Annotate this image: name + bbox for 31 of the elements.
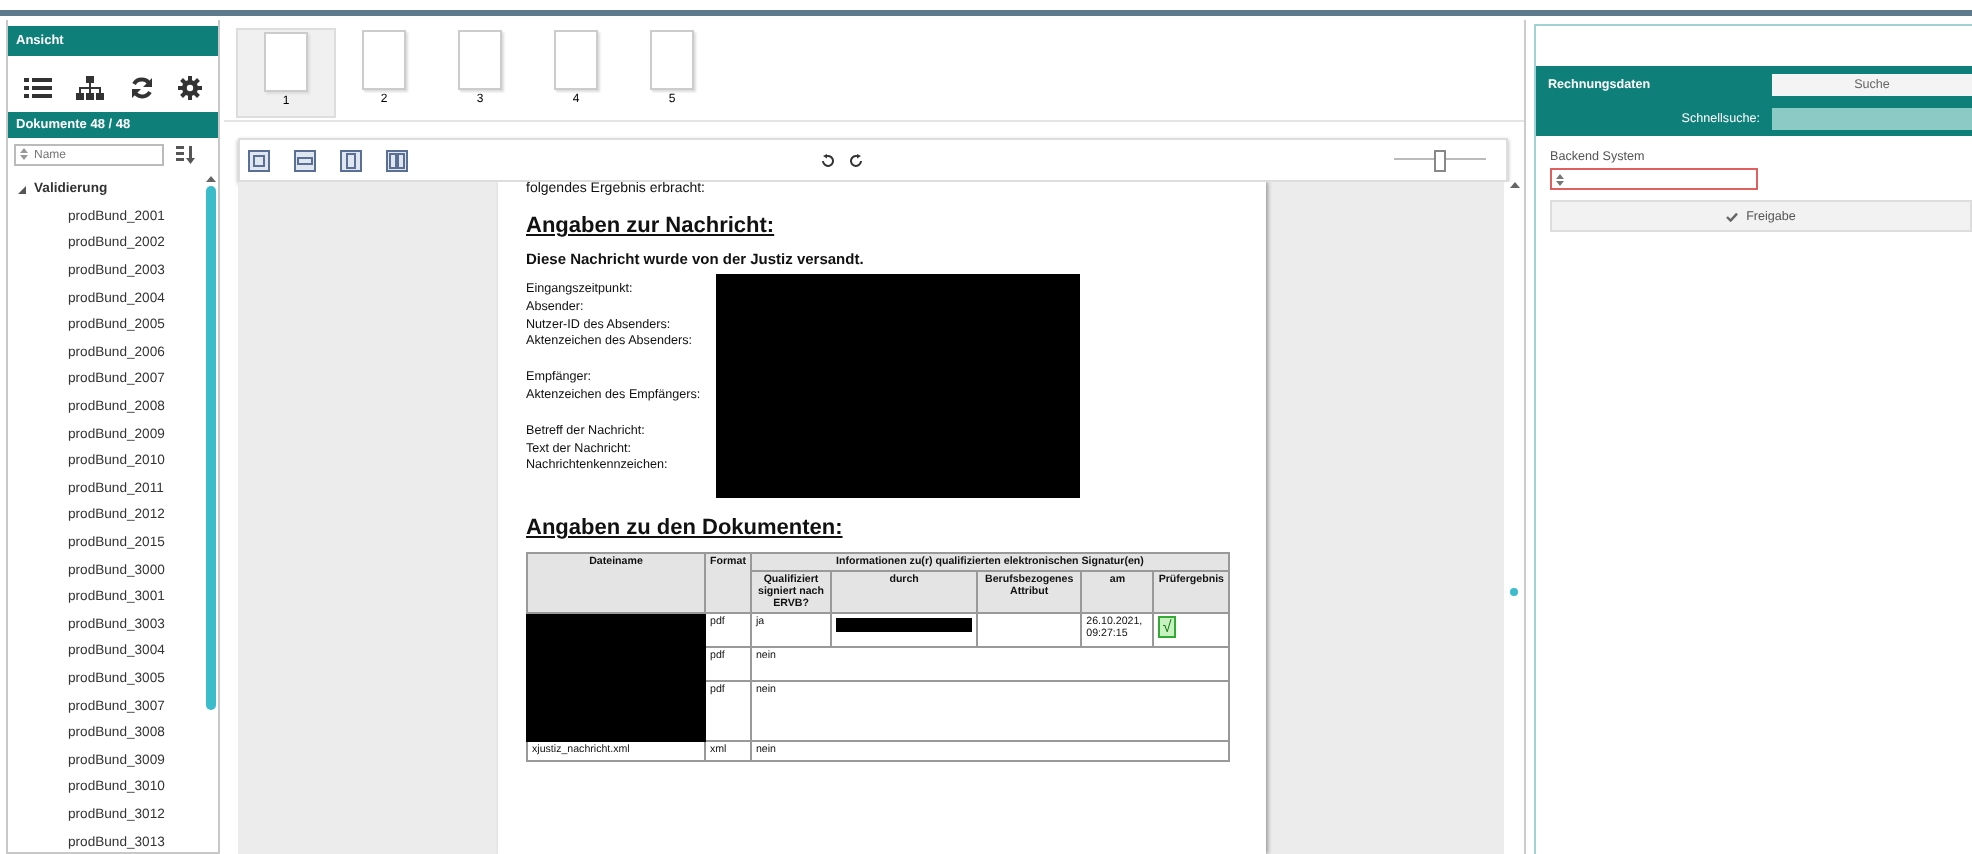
single-page-icon[interactable] [340, 149, 362, 171]
splitter-handle[interactable] [1510, 588, 1518, 596]
two-page-icon[interactable] [386, 149, 408, 171]
page-preview [264, 32, 308, 92]
page-preview [554, 30, 598, 90]
sort-order-icon[interactable] [176, 146, 196, 164]
hierarchy-icon[interactable] [76, 76, 105, 100]
rotate-right-icon[interactable] [850, 153, 864, 167]
fit-width-icon[interactable] [294, 149, 316, 171]
scroll-up-icon[interactable] [1509, 182, 1519, 188]
section-heading: Angaben zur Nachricht: [526, 214, 777, 238]
scroll-up-icon[interactable] [205, 176, 215, 182]
fit-page-icon[interactable] [248, 149, 270, 171]
checkmark-icon [1726, 211, 1739, 221]
settings-icon[interactable] [177, 76, 202, 100]
slider-thumb[interactable] [1434, 150, 1446, 172]
check-result: √ [1158, 616, 1176, 638]
expanded-triangle-icon[interactable] [18, 185, 26, 194]
sort-icon [1556, 173, 1564, 185]
page-preview [362, 30, 406, 90]
page-preview [650, 30, 694, 90]
section-heading: Angaben zu den Dokumenten: [526, 516, 845, 540]
page-preview [458, 30, 502, 90]
quick-search-field[interactable] [1772, 108, 1972, 130]
backend-system-field[interactable] [1550, 168, 1758, 190]
zoom-slider[interactable] [1394, 150, 1486, 170]
refresh-icon[interactable] [129, 76, 154, 100]
scrollbar-thumb[interactable] [205, 186, 215, 710]
sort-icon [20, 148, 28, 160]
list-icon[interactable] [24, 76, 52, 100]
rotate-left-icon[interactable] [820, 153, 834, 167]
